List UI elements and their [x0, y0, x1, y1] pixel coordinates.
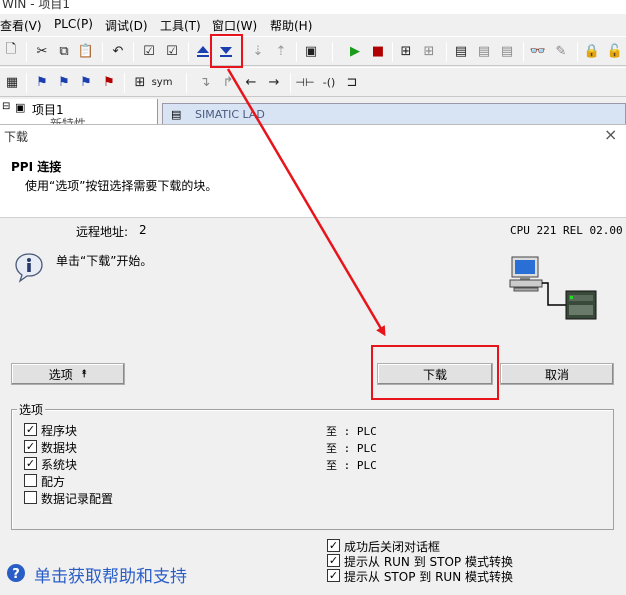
annotation-arrow: [226, 68, 386, 337]
